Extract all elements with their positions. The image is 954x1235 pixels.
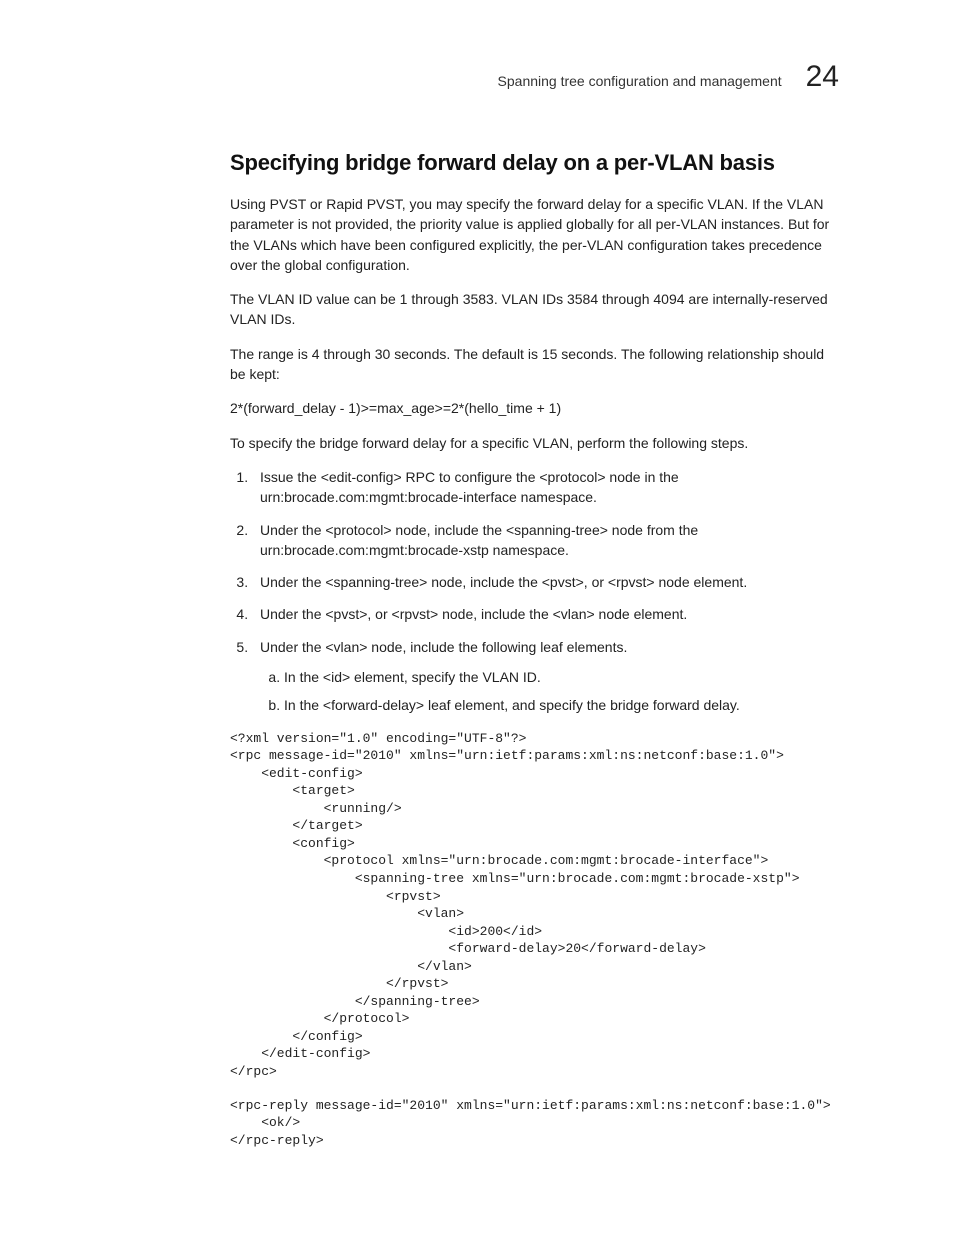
step-item: Under the <spanning-tree> node, include … — [252, 572, 839, 592]
running-title: Spanning tree configuration and manageme… — [498, 73, 782, 89]
steps-list: Issue the <edit-config> RPC to configure… — [230, 467, 839, 716]
section-title: Specifying bridge forward delay on a per… — [230, 150, 839, 176]
range-default-paragraph: The range is 4 through 30 seconds. The d… — [230, 344, 839, 385]
step-item: Under the <vlan> node, include the follo… — [252, 637, 839, 716]
code-block-request: <?xml version="1.0" encoding="UTF-8"?> <… — [230, 730, 839, 1081]
substep-item: In the <forward-delay> leaf element, and… — [284, 695, 839, 715]
formula-paragraph: 2*(forward_delay - 1)>=max_age>=2*(hello… — [230, 398, 839, 418]
step-item: Under the <protocol> node, include the <… — [252, 520, 839, 561]
chapter-number: 24 — [806, 60, 839, 94]
vlan-id-range-paragraph: The VLAN ID value can be 1 through 3583.… — [230, 289, 839, 330]
step-item-text: Under the <vlan> node, include the follo… — [260, 639, 627, 655]
page: Spanning tree configuration and manageme… — [0, 0, 954, 1235]
step-item: Issue the <edit-config> RPC to configure… — [252, 467, 839, 508]
substeps-list: In the <id> element, specify the VLAN ID… — [260, 667, 839, 716]
intro-paragraph: Using PVST or Rapid PVST, you may specif… — [230, 194, 839, 275]
step-item: Under the <pvst>, or <rpvst> node, inclu… — [252, 604, 839, 624]
substep-item: In the <id> element, specify the VLAN ID… — [284, 667, 839, 687]
code-block-reply: <rpc-reply message-id="2010" xmlns="urn:… — [230, 1097, 839, 1150]
running-header: Spanning tree configuration and manageme… — [230, 60, 839, 94]
lead-in-paragraph: To specify the bridge forward delay for … — [230, 433, 839, 453]
